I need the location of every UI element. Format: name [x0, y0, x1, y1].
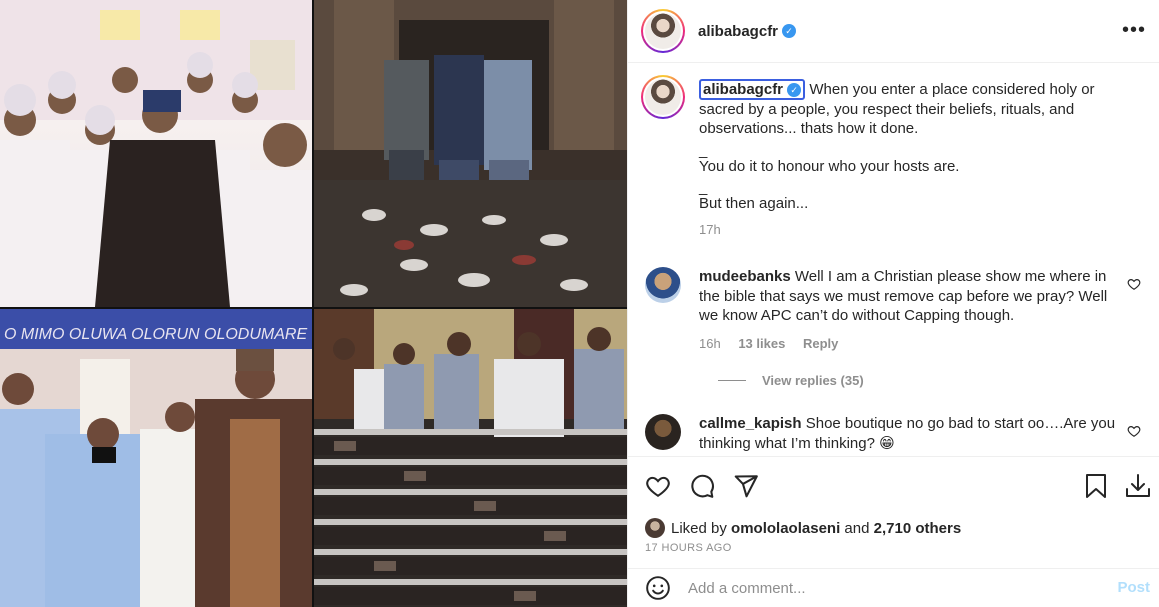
liker-avatar[interactable]: [645, 518, 665, 538]
more-options-icon[interactable]: •••: [1122, 20, 1146, 40]
caption-text: alibabagcfr ✓ When you enter a place con…: [699, 79, 1119, 240]
liked-by-prefix: Liked by: [671, 519, 727, 537]
caption-paragraph-3: But then again...: [699, 195, 809, 212]
caption-paragraph-2: You do it to honour who your hosts are.: [699, 157, 960, 175]
comment-composer: Post: [628, 568, 1159, 607]
comment-text: mudeebanks Well I am a Christian please …: [699, 267, 1124, 326]
caption-separator: _: [699, 179, 708, 196]
view-replies-label: View replies (35): [762, 373, 864, 388]
photo-shoes-at-door: [314, 0, 627, 307]
share-paper-plane-icon[interactable]: [733, 473, 759, 499]
post-actions: Liked by omololaolaseni and 2,710 others…: [628, 456, 1159, 567]
comment-item: mudeebanks Well I am a Christian please …: [641, 265, 1141, 375]
comment-input[interactable]: [688, 579, 1088, 597]
post-comment-button[interactable]: Post: [1117, 579, 1150, 596]
save-bookmark-icon[interactable]: [1084, 473, 1108, 499]
like-heart-icon[interactable]: [645, 473, 671, 499]
comment-likes-count[interactable]: 13 likes: [738, 336, 785, 351]
commenter-avatar[interactable]: [645, 267, 681, 303]
author-avatar[interactable]: [641, 9, 685, 53]
caption-timestamp[interactable]: 17h: [699, 220, 1119, 240]
like-comment-heart-icon[interactable]: [1127, 277, 1141, 291]
post-image-collage[interactable]: O MIMO OLUWA OLORUN OLODUMARE: [0, 0, 627, 607]
svg-text:O MIMO OLUWA OLORUN OLODUMARE: O MIMO OLUWA OLORUN OLODUMARE: [4, 326, 307, 343]
photo-church-congregation: [0, 0, 312, 307]
post-timestamp[interactable]: 17 HOURS AGO: [645, 542, 732, 554]
reply-button[interactable]: Reply: [803, 336, 838, 351]
view-replies-button[interactable]: View replies (35): [718, 373, 864, 388]
photo-dignitaries-group: O MIMO OLUWA OLORUN OLODUMARE: [0, 309, 312, 607]
like-comment-heart-icon[interactable]: [1127, 424, 1141, 438]
comment-text: callme_kapish Shoe boutique no go bad to…: [699, 414, 1124, 453]
comment-bubble-icon[interactable]: [689, 473, 715, 499]
verified-badge-icon: ✓: [787, 83, 802, 98]
caption-separator: _: [699, 141, 708, 159]
caption-row: alibabagcfr ✓ When you enter a place con…: [641, 64, 1141, 254]
commenter-avatar[interactable]: [645, 414, 681, 450]
comment-meta: 16h 13 likes Reply: [699, 336, 852, 351]
liked-by-summary: Liked by omololaolaseni and 2,710 others: [645, 518, 961, 538]
caption-author-avatar[interactable]: [641, 75, 685, 119]
verified-badge-icon: ✓: [782, 24, 797, 38]
photo-mosque-shoes-steps: [314, 309, 627, 607]
download-icon[interactable]: [1124, 472, 1152, 500]
likes-others-count[interactable]: 2,710 others: [874, 520, 962, 537]
caption-username[interactable]: alibabagcfr ✓: [699, 79, 806, 100]
comment-item: callme_kapish Shoe boutique no go bad to…: [641, 412, 1141, 456]
commenter-username[interactable]: callme_kapish: [699, 415, 802, 432]
author-username[interactable]: alibabagcfr: [698, 23, 778, 40]
post-details-panel: alibabagcfr ✓ ••• alibabagcfr ✓ When you…: [627, 0, 1159, 607]
comment-timestamp[interactable]: 16h: [699, 336, 721, 351]
commenter-username[interactable]: mudeebanks: [699, 268, 791, 285]
post-header: alibabagcfr ✓ •••: [628, 0, 1159, 63]
emoji-icon[interactable]: [645, 575, 671, 601]
liker-username[interactable]: omololaolaseni: [731, 520, 840, 537]
comments-scroll-area[interactable]: alibabagcfr ✓ When you enter a place con…: [628, 64, 1159, 456]
replies-divider-line: [718, 380, 746, 381]
liked-by-conjunction: and: [844, 519, 870, 537]
